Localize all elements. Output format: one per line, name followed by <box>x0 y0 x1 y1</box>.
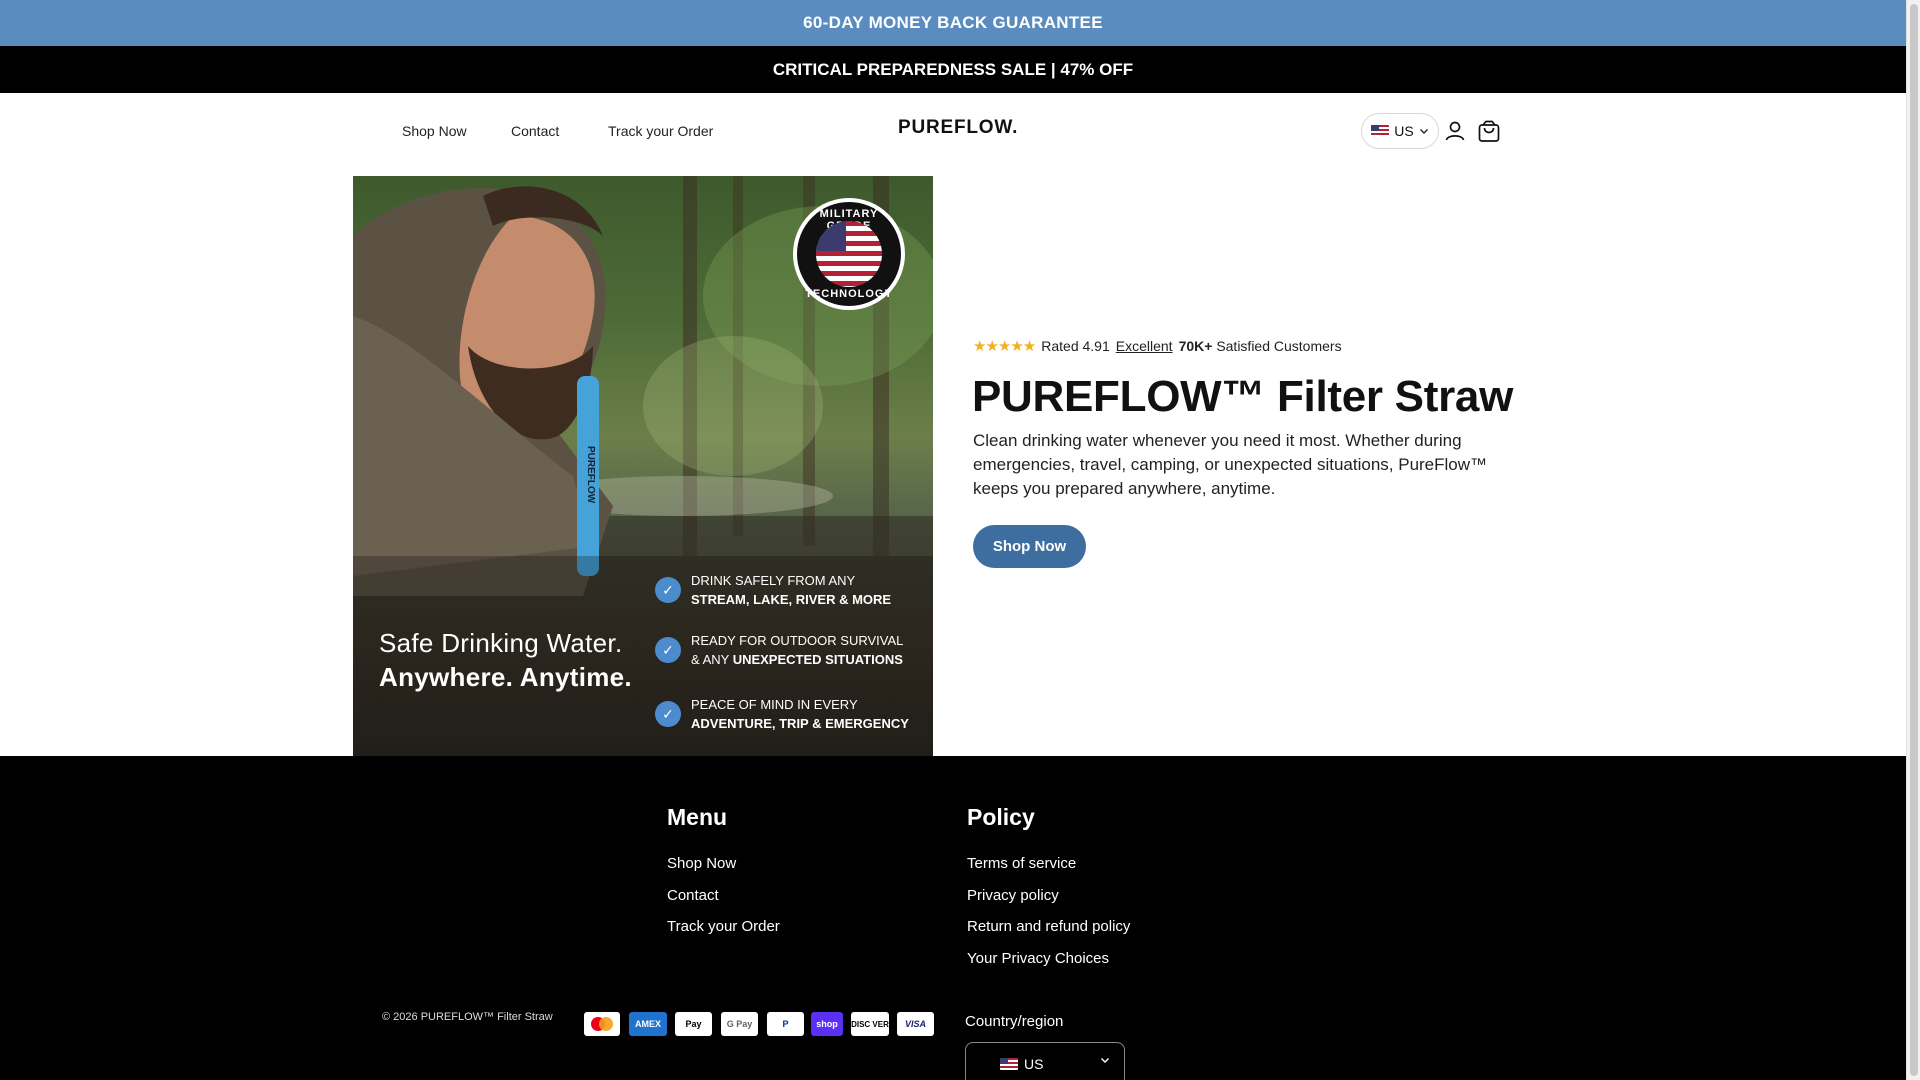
account-button[interactable] <box>1441 117 1469 145</box>
feature-line2: STREAM, LAKE, RIVER & MORE <box>691 592 892 607</box>
page-scrollbar[interactable] <box>1906 0 1920 1080</box>
feature-item: ✓ PEACE OF MIND IN EVERY ADVENTURE, TRIP… <box>655 695 931 733</box>
scrollbar-thumb[interactable] <box>1910 4 1918 1076</box>
country-region-select[interactable]: US <box>965 1042 1125 1080</box>
rating-count: 70K+ <box>1178 338 1213 354</box>
nav-shop-now[interactable]: Shop Now <box>402 123 467 139</box>
locale-label: US <box>1394 123 1414 139</box>
footer-link-track-order[interactable]: Track your Order <box>667 918 780 935</box>
rating-excellent-link[interactable]: Excellent <box>1116 338 1173 354</box>
check-icon: ✓ <box>655 701 681 727</box>
feature-line2: ADVENTURE, TRIP & EMERGENCY <box>691 716 909 731</box>
feature-item: ✓ DRINK SAFELY FROM ANY STREAM, LAKE, RI… <box>655 571 931 609</box>
rating-row: ★★★★★ Rated 4.91 Excellent 70K+ Satisfie… <box>973 337 1342 355</box>
cart-button[interactable] <box>1475 117 1503 145</box>
apple-pay-icon: Pay <box>675 1012 712 1036</box>
nav-contact[interactable]: Contact <box>511 123 559 139</box>
footer-menu-heading: Menu <box>667 804 728 830</box>
hero-image: PUREFLOW MILITARY GRADE TECHNOLOGY Safe … <box>353 176 933 756</box>
country-region-label: Country/region <box>965 1013 1064 1030</box>
product-description: Clean drinking water whenever you need i… <box>973 431 1488 498</box>
amex-icon: AMEX <box>629 1012 667 1036</box>
footer-link-privacy-choices[interactable]: Your Privacy Choices <box>967 950 1109 967</box>
feature-line2-prefix: & ANY <box>691 652 733 667</box>
guarantee-text: 60-DAY MONEY BACK GUARANTEE <box>803 13 1103 32</box>
star-rating-icon: ★★★★★ <box>973 338 1036 355</box>
product-title: PUREFLOW™ Filter Straw <box>972 372 1513 421</box>
hero-tagline-line1: Safe Drinking Water. <box>379 628 623 658</box>
discover-icon: DISC VER <box>851 1012 889 1036</box>
announcement-bar: 60-DAY MONEY BACK GUARANTEE <box>0 0 1906 46</box>
footer-link-privacy[interactable]: Privacy policy <box>967 887 1059 904</box>
rating-prefix: Rated 4.91 <box>1041 338 1110 354</box>
chevron-down-icon <box>1419 129 1428 134</box>
feature-line2: UNEXPECTED SITUATIONS <box>732 652 903 667</box>
feature-line1: PEACE OF MIND IN EVERY <box>691 697 858 712</box>
feature-item: ✓ READY FOR OUTDOOR SURVIVAL & ANY UNEXP… <box>655 631 931 669</box>
sale-bar: CRITICAL PREPAREDNESS SALE | 47% OFF <box>0 46 1906 93</box>
site-header: Shop Now Contact Track your Order PUREFL… <box>0 93 1906 176</box>
footer-link-refund[interactable]: Return and refund policy <box>967 918 1130 935</box>
chevron-down-icon <box>1101 1058 1109 1063</box>
footer-policy-heading: Policy <box>967 804 1035 830</box>
mastercard-icon <box>584 1012 620 1036</box>
footer-link-contact[interactable]: Contact <box>667 887 719 904</box>
cart-icon <box>1478 120 1500 142</box>
country-value: US <box>1024 1056 1044 1072</box>
straw-brand-label: PUREFLOW <box>585 446 596 504</box>
account-icon <box>1445 121 1465 141</box>
google-pay-icon: G Pay <box>721 1012 758 1036</box>
footer-link-terms[interactable]: Terms of service <box>967 855 1076 872</box>
us-flag-icon <box>1000 1058 1018 1070</box>
rating-suffix: Satisfied Customers <box>1216 338 1342 354</box>
visa-icon: VISA <box>897 1012 934 1036</box>
us-flag-icon <box>1371 125 1390 137</box>
hero-tagline-line2: Anywhere. Anytime. <box>379 662 632 692</box>
us-flag-badge-icon <box>816 221 882 287</box>
check-icon: ✓ <box>655 577 681 603</box>
shop-now-button[interactable]: Shop Now <box>973 525 1086 568</box>
shop-pay-icon: shop <box>811 1012 843 1036</box>
military-grade-badge: MILITARY GRADE TECHNOLOGY <box>793 198 905 310</box>
footer-link-shop-now[interactable]: Shop Now <box>667 855 736 872</box>
copyright-text: © 2026 PUREFLOW™ Filter Straw <box>382 1011 553 1023</box>
sale-text: CRITICAL PREPAREDNESS SALE | 47% OFF <box>772 59 1134 79</box>
locale-selector[interactable]: US <box>1361 113 1439 149</box>
check-icon: ✓ <box>655 637 681 663</box>
badge-bottom-text: TECHNOLOGY <box>805 288 893 300</box>
feature-line1: DRINK SAFELY FROM ANY <box>691 573 856 588</box>
feature-line1: READY FOR OUTDOOR SURVIVAL <box>691 633 904 648</box>
site-footer: Menu Shop Now Contact Track your Order P… <box>0 756 1906 1080</box>
paypal-icon: P <box>767 1012 804 1036</box>
nav-track-order[interactable]: Track your Order <box>608 123 713 139</box>
site-logo[interactable]: PUREFLOW. <box>898 117 1018 139</box>
